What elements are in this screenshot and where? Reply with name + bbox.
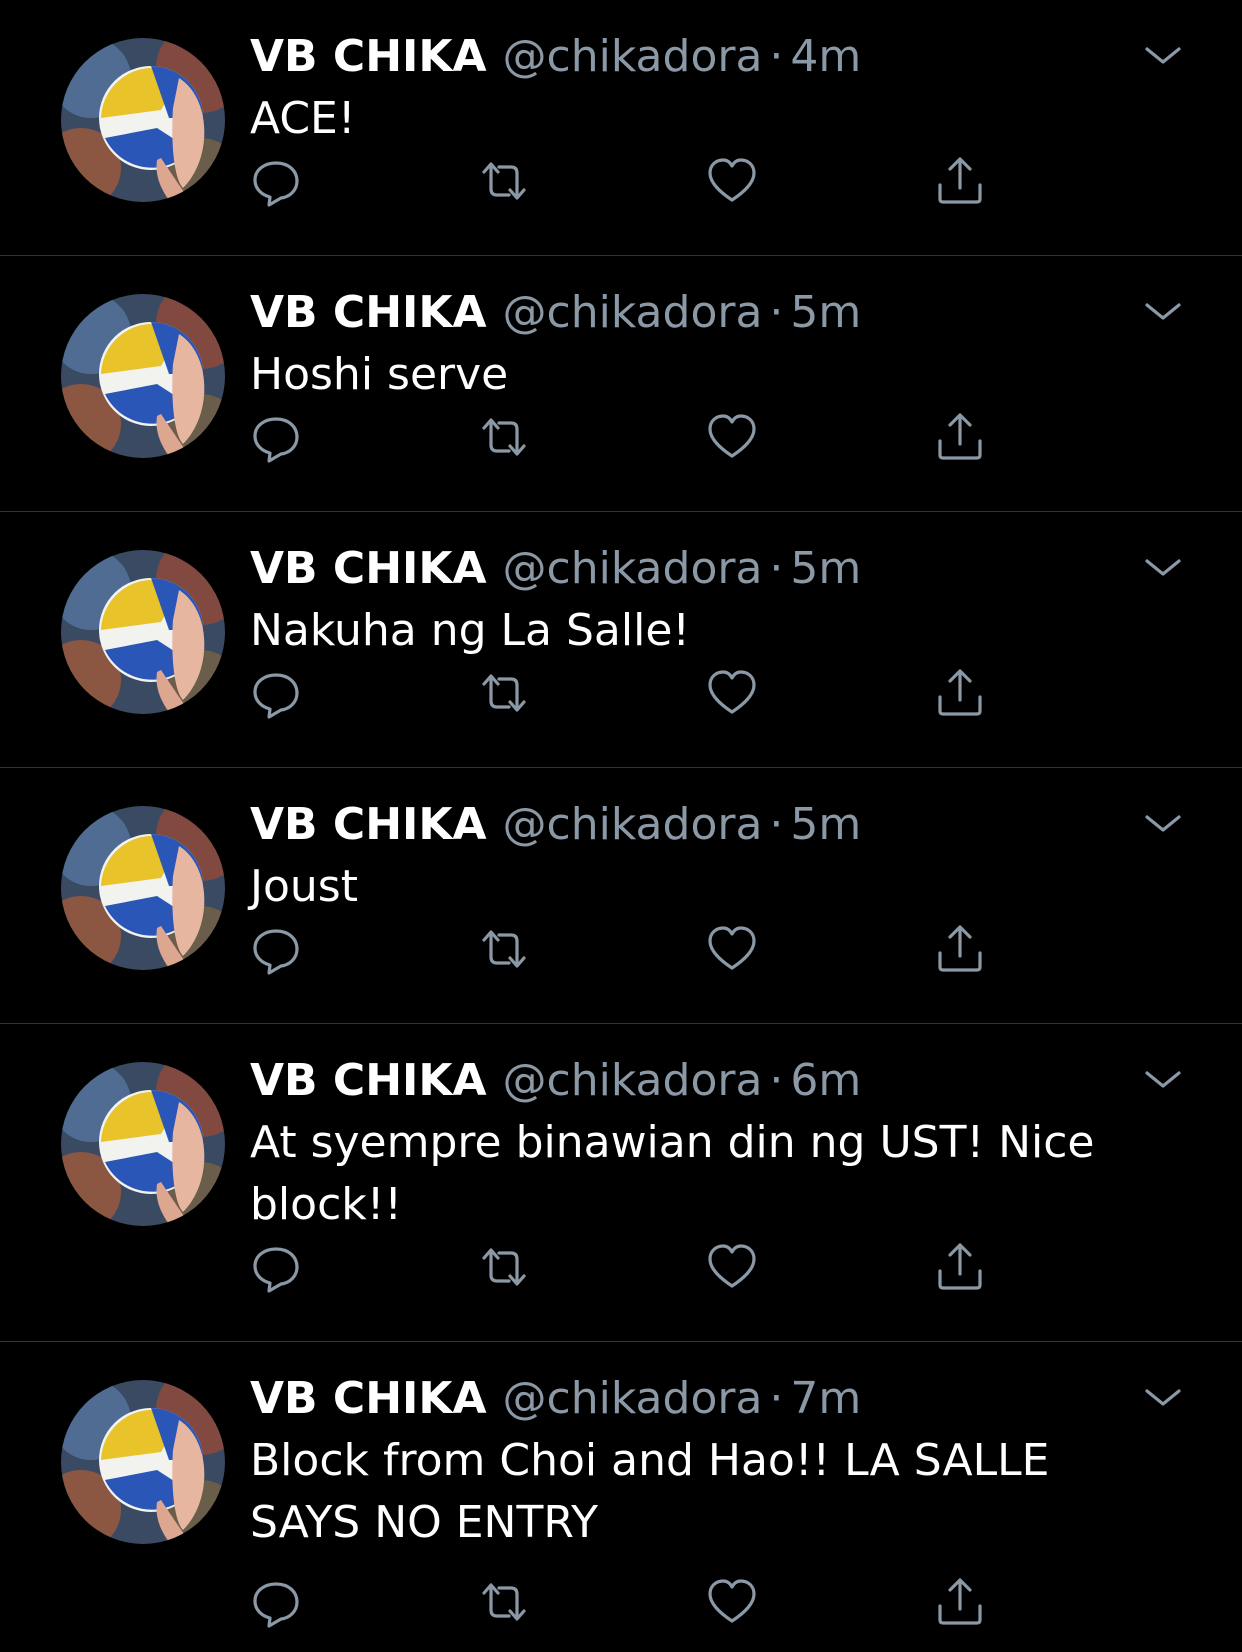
reply-icon[interactable] — [250, 923, 302, 975]
separator-dot: · — [769, 1055, 784, 1106]
tweet-actions — [250, 1576, 1010, 1628]
heart-icon[interactable] — [706, 155, 758, 207]
tweet-text: Nakuha ng La Salle! — [250, 605, 691, 656]
tweet-text: At syempre binawian din ng UST! Nice blo… — [250, 1117, 1095, 1230]
avatar[interactable] — [61, 38, 225, 202]
timestamp[interactable]: 5m — [790, 538, 861, 600]
volleyball-avatar-image — [61, 38, 225, 202]
tweet-actions — [250, 411, 1010, 463]
share-icon[interactable] — [934, 923, 986, 975]
tweet-content: VB CHIKA @chikadora · 5m Joust — [250, 794, 1182, 918]
share-icon[interactable] — [934, 155, 986, 207]
avatar[interactable] — [61, 1380, 225, 1544]
timestamp[interactable]: 5m — [790, 794, 861, 856]
reply-icon[interactable] — [250, 1241, 302, 1293]
tweet-header: VB CHIKA @chikadora · 5m — [250, 538, 1182, 600]
avatar[interactable] — [61, 1062, 225, 1226]
chevron-down-icon[interactable] — [1142, 554, 1184, 580]
separator-dot: · — [769, 1373, 784, 1424]
tweet-actions — [250, 923, 1010, 975]
tweet-text: ACE! — [250, 93, 356, 144]
retweet-icon[interactable] — [478, 155, 530, 207]
chevron-down-icon[interactable] — [1142, 42, 1184, 68]
share-icon[interactable] — [934, 667, 986, 719]
retweet-icon[interactable] — [478, 667, 530, 719]
tweet-header: VB CHIKA @chikadora · 6m — [250, 1050, 1182, 1112]
tweet[interactable]: VB CHIKA @chikadora · 5m Joust — [0, 768, 1242, 1024]
reply-icon[interactable] — [250, 667, 302, 719]
reply-icon[interactable] — [250, 1576, 302, 1628]
share-icon[interactable] — [934, 1576, 986, 1628]
handle[interactable]: @chikadora — [503, 1050, 763, 1112]
tweet-content: VB CHIKA @chikadora · 5m Hoshi serve — [250, 282, 1182, 406]
timestamp[interactable]: 4m — [790, 26, 861, 88]
display-name[interactable]: VB CHIKA — [250, 538, 487, 600]
display-name[interactable]: VB CHIKA — [250, 282, 487, 344]
avatar[interactable] — [61, 294, 225, 458]
handle[interactable]: @chikadora — [503, 538, 763, 600]
timestamp[interactable]: 6m — [790, 1050, 861, 1112]
tweet-actions — [250, 1241, 1010, 1293]
heart-icon[interactable] — [706, 1576, 758, 1628]
tweet-header: VB CHIKA @chikadora · 4m — [250, 26, 1182, 88]
separator-dot: · — [769, 799, 784, 850]
timestamp[interactable]: 5m — [790, 282, 861, 344]
tweet[interactable]: VB CHIKA @chikadora · 5m Hoshi serve — [0, 256, 1242, 512]
reply-icon[interactable] — [250, 411, 302, 463]
share-icon[interactable] — [934, 1241, 986, 1293]
tweet-content: VB CHIKA @chikadora · 5m Nakuha ng La Sa… — [250, 538, 1182, 662]
retweet-icon[interactable] — [478, 923, 530, 975]
tweet-text: Hoshi serve — [250, 349, 509, 400]
tweet-text: Joust — [250, 861, 358, 912]
separator-dot: · — [769, 287, 784, 338]
separator-dot: · — [769, 31, 784, 82]
tweet-actions — [250, 667, 1010, 719]
timestamp[interactable]: 7m — [790, 1368, 861, 1430]
heart-icon[interactable] — [706, 667, 758, 719]
chevron-down-icon[interactable] — [1142, 1384, 1184, 1410]
tweet-header: VB CHIKA @chikadora · 5m — [250, 282, 1182, 344]
tweet-feed: VB CHIKA @chikadora · 4m ACE! VB CHIKA @… — [0, 0, 1242, 1648]
retweet-icon[interactable] — [478, 1576, 530, 1628]
avatar[interactable] — [61, 806, 225, 970]
share-icon[interactable] — [934, 411, 986, 463]
heart-icon[interactable] — [706, 1241, 758, 1293]
heart-icon[interactable] — [706, 411, 758, 463]
tweet[interactable]: VB CHIKA @chikadora · 6m At syempre bina… — [0, 1024, 1242, 1342]
reply-icon[interactable] — [250, 155, 302, 207]
display-name[interactable]: VB CHIKA — [250, 794, 487, 856]
volleyball-avatar-image — [61, 550, 225, 714]
chevron-down-icon[interactable] — [1142, 1066, 1184, 1092]
tweet-content: VB CHIKA @chikadora · 4m ACE! — [250, 26, 1182, 150]
display-name[interactable]: VB CHIKA — [250, 1368, 487, 1430]
chevron-down-icon[interactable] — [1142, 298, 1184, 324]
handle[interactable]: @chikadora — [503, 282, 763, 344]
volleyball-avatar-image — [61, 294, 225, 458]
chevron-down-icon[interactable] — [1142, 810, 1184, 836]
tweet-text: Block from Choi and Hao!! LA SALLE SAYS … — [250, 1435, 1050, 1548]
volleyball-avatar-image — [61, 806, 225, 970]
tweet[interactable]: VB CHIKA @chikadora · 5m Nakuha ng La Sa… — [0, 512, 1242, 768]
tweet[interactable]: VB CHIKA @chikadora · 4m ACE! — [0, 0, 1242, 256]
retweet-icon[interactable] — [478, 1241, 530, 1293]
tweet[interactable]: VB CHIKA @chikadora · 7m Block from Choi… — [0, 1342, 1242, 1648]
tweet-header: VB CHIKA @chikadora · 5m — [250, 794, 1182, 856]
tweet-header: VB CHIKA @chikadora · 7m — [250, 1368, 1182, 1430]
display-name[interactable]: VB CHIKA — [250, 26, 487, 88]
tweet-content: VB CHIKA @chikadora · 6m At syempre bina… — [250, 1050, 1182, 1236]
display-name[interactable]: VB CHIKA — [250, 1050, 487, 1112]
handle[interactable]: @chikadora — [503, 794, 763, 856]
heart-icon[interactable] — [706, 923, 758, 975]
handle[interactable]: @chikadora — [503, 26, 763, 88]
separator-dot: · — [769, 543, 784, 594]
tweet-content: VB CHIKA @chikadora · 7m Block from Choi… — [250, 1368, 1182, 1554]
tweet-actions — [250, 155, 1010, 207]
volleyball-avatar-image — [61, 1380, 225, 1544]
volleyball-avatar-image — [61, 1062, 225, 1226]
handle[interactable]: @chikadora — [503, 1368, 763, 1430]
retweet-icon[interactable] — [478, 411, 530, 463]
avatar[interactable] — [61, 550, 225, 714]
